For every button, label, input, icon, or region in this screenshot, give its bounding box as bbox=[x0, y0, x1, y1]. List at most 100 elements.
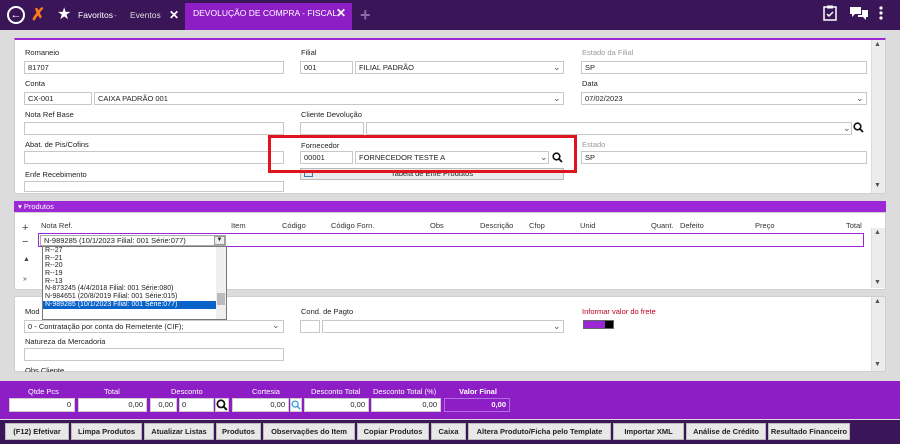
dropdown-scrollbar[interactable] bbox=[216, 247, 226, 319]
tab-eventos[interactable]: Eventos bbox=[130, 0, 161, 30]
dropdown-option[interactable]: N-984651 (20/8/2019 Filial: 001 Série:01… bbox=[43, 293, 226, 301]
highlight-box bbox=[268, 135, 577, 173]
column-header[interactable]: Item bbox=[231, 221, 246, 230]
filial-select[interactable]: FILIAL PADRÃO bbox=[355, 61, 564, 74]
column-header[interactable]: Cfop bbox=[529, 221, 545, 230]
column-header[interactable]: Código bbox=[282, 221, 306, 230]
produtos-section-label: Produtos bbox=[23, 202, 54, 211]
move-up-icon[interactable]: ▲ bbox=[23, 256, 30, 263]
cond-pagto-label: Cond. de Pagto bbox=[301, 307, 354, 316]
scroll-down-icon[interactable]: ▼ bbox=[874, 182, 881, 189]
nota-ref-select[interactable]: N-989285 (10/1/2023 Filial: 001 Série:07… bbox=[40, 235, 226, 246]
chevron-down-icon[interactable]: ⌄ bbox=[553, 93, 561, 104]
altera-produto-template-button[interactable]: Altera Produto/Ficha pelo Template bbox=[468, 423, 611, 440]
atualizar-listas-button[interactable]: Atualizar Listas bbox=[144, 423, 214, 440]
importar-xml-button[interactable]: Importar XML bbox=[613, 423, 684, 440]
conta-code-field[interactable]: CX-001 bbox=[24, 92, 92, 105]
data-field[interactable]: 07/02/2023 bbox=[581, 92, 867, 105]
scroll-down-icon[interactable]: ▼ bbox=[874, 361, 881, 368]
modalidade-select[interactable]: 0 - Contratação por conta do Remetente (… bbox=[24, 320, 284, 333]
cortesia-field: 0,00 bbox=[232, 398, 289, 412]
conta-label: Conta bbox=[25, 79, 46, 88]
dropdown-option[interactable]: R--27 bbox=[43, 247, 226, 255]
cortesia-search-icon[interactable] bbox=[290, 398, 302, 412]
nota-ref-dropdown[interactable]: R--27 R--21 R--20 R--19 R--13 N-873245 (4/4/2… bbox=[42, 246, 227, 320]
cliente-devolucao-select[interactable] bbox=[366, 122, 852, 135]
chevron-down-icon[interactable]: ⌄ bbox=[272, 320, 280, 331]
scroll-up-icon[interactable]: ▲ bbox=[874, 298, 881, 305]
bottom-scrollbar[interactable] bbox=[871, 297, 885, 371]
star-icon[interactable]: ★ bbox=[57, 5, 71, 25]
dropdown-option[interactable]: R--20 bbox=[43, 262, 226, 270]
natureza-mercadoria-field[interactable] bbox=[24, 348, 284, 361]
scroll-down-icon[interactable]: ▼ bbox=[874, 279, 881, 286]
dropdown-arrow-icon[interactable]: ▼ bbox=[214, 236, 225, 245]
cond-pagto-code-field[interactable] bbox=[300, 320, 320, 333]
dropdown-option[interactable]: R--21 bbox=[43, 255, 226, 263]
dropdown-option[interactable]: R--13 bbox=[43, 278, 226, 286]
modalidade-label: Mod bbox=[25, 307, 40, 316]
filial-label: Filial bbox=[301, 48, 317, 57]
analise-credito-button[interactable]: Análise de Crédito bbox=[686, 423, 766, 440]
produtos-section-header[interactable]: ▾ Produtos bbox=[14, 201, 886, 212]
copiar-produtos-button[interactable]: Copiar Produtos bbox=[357, 423, 429, 440]
column-header[interactable]: Descrição bbox=[480, 221, 513, 230]
close-tab-active-icon[interactable]: ✕ bbox=[336, 3, 346, 23]
column-header[interactable]: Defeito bbox=[680, 221, 704, 230]
qtde-pcs-label: Qtde Pcs bbox=[28, 387, 59, 396]
top-scrollbar[interactable] bbox=[871, 40, 885, 193]
tab-devolucao-compra[interactable]: DEVOLUÇÃO DE COMPRA - FISCAL ✕ bbox=[185, 3, 352, 30]
add-row-button[interactable]: + bbox=[22, 222, 28, 234]
column-header[interactable]: Total bbox=[846, 221, 862, 230]
close-tab-eventos-icon[interactable]: ✕ bbox=[169, 0, 179, 30]
chevron-down-icon[interactable]: ⌄ bbox=[553, 321, 561, 332]
desconto-value-field[interactable]: 0,00 bbox=[150, 398, 177, 412]
chevron-down-icon[interactable]: ⌄ bbox=[843, 123, 851, 134]
chevron-down-icon[interactable]: ⌄ bbox=[553, 62, 561, 73]
natureza-mercadoria-label: Natureza da Mercadoria bbox=[25, 337, 106, 346]
column-header[interactable]: Código Forn. bbox=[331, 221, 374, 230]
clipboard-icon[interactable] bbox=[823, 5, 837, 26]
filial-code-field[interactable]: 001 bbox=[300, 61, 353, 74]
chat-icon[interactable] bbox=[849, 5, 869, 26]
desconto-search-icon[interactable] bbox=[215, 398, 229, 412]
estado-filial-label: Estado da Filial bbox=[582, 48, 634, 57]
caixa-button[interactable]: Caixa bbox=[431, 423, 466, 440]
chevron-down-icon[interactable]: ⌄ bbox=[856, 93, 864, 104]
remove-row-button[interactable]: − bbox=[22, 236, 28, 248]
column-header[interactable]: Unid bbox=[580, 221, 595, 230]
frete-label: Informar valor do frete bbox=[582, 307, 656, 316]
frete-toggle[interactable] bbox=[583, 320, 614, 329]
column-header[interactable]: Quant. bbox=[651, 221, 674, 230]
favoritos-link[interactable]: Favoritos bbox=[78, 0, 113, 30]
column-header[interactable]: Nota Ref. bbox=[41, 221, 73, 230]
search-icon[interactable] bbox=[853, 122, 864, 135]
conta-select[interactable]: CAIXA PADRÃO 001 bbox=[94, 92, 564, 105]
romaneio-field[interactable]: 81707 bbox=[24, 61, 284, 74]
nota-ref-base-field[interactable] bbox=[24, 122, 284, 135]
column-header[interactable]: Obs bbox=[430, 221, 444, 230]
modalidade-value: 0 - Contratação por conta do Remetente (… bbox=[28, 322, 184, 331]
dropdown-option[interactable]: N-873245 (4/4/2018 Filial: 001 Série:080… bbox=[43, 285, 226, 293]
collapse-icon[interactable]: » bbox=[23, 276, 27, 283]
enfe-recebimento-field[interactable] bbox=[24, 181, 284, 192]
resultado-financeiro-button[interactable]: Resultado Financeiro bbox=[768, 423, 850, 440]
top-bar: ← ✗ ★ Favoritos - Eventos ✕ DEVOLUÇÃO DE… bbox=[0, 0, 900, 30]
cliente-devolucao-code-field[interactable] bbox=[300, 122, 364, 135]
limpa-produtos-button[interactable]: Limpa Produtos bbox=[71, 423, 142, 440]
estado-field: SP bbox=[581, 151, 867, 164]
back-icon[interactable]: ← bbox=[7, 6, 25, 24]
produtos-button[interactable]: Produtos bbox=[216, 423, 261, 440]
dropdown-option[interactable]: R--19 bbox=[43, 270, 226, 278]
efetivar-button[interactable]: (F12) Efetivar bbox=[5, 423, 69, 440]
scroll-up-icon[interactable]: ▲ bbox=[874, 229, 881, 236]
more-menu-icon[interactable] bbox=[879, 5, 883, 26]
observacoes-item-button[interactable]: Observações do Item bbox=[263, 423, 355, 440]
add-tab-icon[interactable]: + bbox=[360, 5, 371, 25]
desconto-pct-field[interactable]: 0 bbox=[179, 398, 214, 412]
cond-pagto-select[interactable] bbox=[322, 320, 564, 333]
scroll-up-icon[interactable]: ▲ bbox=[874, 41, 881, 48]
column-header[interactable]: Preço bbox=[755, 221, 775, 230]
dropdown-option[interactable]: N-989285 (10/1/2023 Filial: 001 Série:07… bbox=[43, 300, 226, 309]
abat-pis-cofins-field[interactable] bbox=[24, 151, 284, 164]
